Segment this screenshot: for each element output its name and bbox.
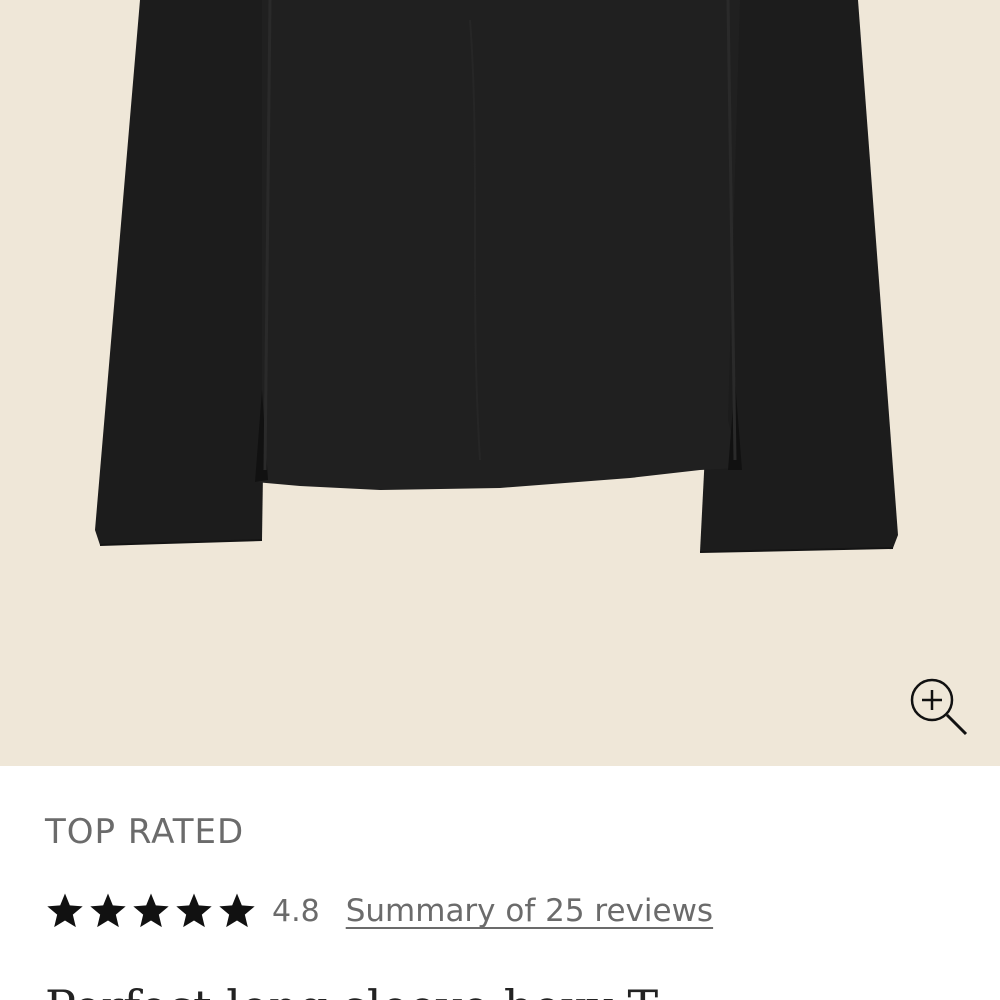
reviews-summary-link[interactable]: Summary of 25 reviews [346, 893, 713, 929]
product-photo-shirt [95, 0, 898, 553]
product-info: TOP RATED 4.8 Summary of 25 reviews Perf… [0, 766, 1000, 1000]
shirt-body [255, 0, 740, 490]
shirt-left-sleeve [95, 0, 270, 545]
product-page: TOP RATED 4.8 Summary of 25 reviews Perf… [0, 0, 1000, 1000]
top-rated-badge: TOP RATED [45, 812, 245, 852]
rating-row: 4.8 Summary of 25 reviews [45, 886, 713, 936]
product-image[interactable] [0, 0, 1000, 766]
zoom-button[interactable] [906, 674, 970, 738]
product-title: Perfect long-sleeve boxy T [45, 980, 1000, 1000]
star-icon [133, 893, 169, 928]
star-icon [90, 893, 126, 928]
star-icon [219, 893, 255, 928]
zoom-in-icon [910, 678, 968, 736]
star-icon [47, 893, 83, 928]
rating-value: 4.8 [272, 893, 320, 929]
rating-stars [45, 891, 260, 931]
star-icon [176, 893, 212, 928]
